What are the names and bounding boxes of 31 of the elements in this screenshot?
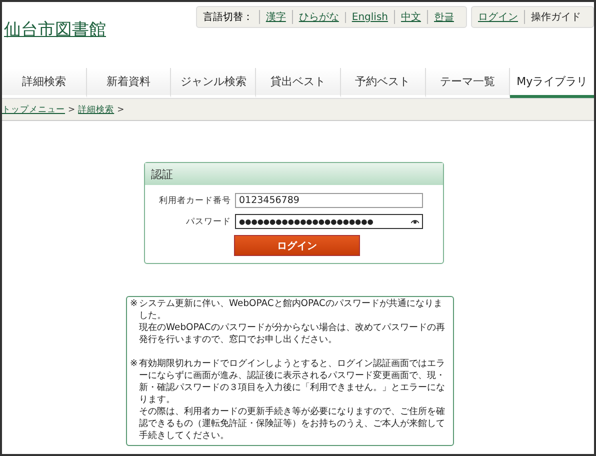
- breadcrumb-separator: >: [117, 104, 124, 114]
- nav-tab[interactable]: 貸出ベスト: [256, 68, 341, 98]
- field-label: パスワード: [185, 216, 231, 228]
- nav-tab[interactable]: 詳細検索: [2, 68, 87, 98]
- language-link[interactable]: ひらがな: [298, 12, 339, 23]
- panel-title: 認証: [151, 166, 173, 182]
- notice-text: その際は、利用者カードの更新手続き等が必要になりますので、ご住所を確認できるもの（運転免許証・保険証等）をお持ちのうえ、ご本人が来館して手続きしてください。: [139, 406, 446, 442]
- note-mark: ※: [130, 358, 139, 371]
- site-title[interactable]: 仙台市図書館: [4, 18, 106, 68]
- eye-icon[interactable]: [411, 219, 419, 224]
- language-label: 言語切替：: [202, 10, 254, 24]
- nav-tab[interactable]: ジャンル検索: [171, 68, 256, 98]
- notice-text: システム更新に伴い、WebOPACと館内OPACのパスワードが共通になりました。: [139, 298, 444, 322]
- language-link[interactable]: 中文: [401, 12, 421, 23]
- nav-tab[interactable]: テーマ一覧: [426, 68, 510, 98]
- language-link[interactable]: 漢字: [266, 12, 286, 23]
- login-link[interactable]: ログイン: [478, 12, 518, 23]
- nav-tab[interactable]: 新着資料: [86, 68, 172, 98]
- breadcrumb-separator: >: [68, 104, 76, 114]
- field-label: 利用者カード番号: [158, 194, 231, 206]
- card-number-field[interactable]: 0123456789: [235, 193, 423, 208]
- login-button[interactable]: ログイン: [234, 235, 360, 256]
- breadcrumb-link[interactable]: トップメニュー: [2, 104, 65, 116]
- language-link[interactable]: 한글: [434, 12, 454, 23]
- notice-text: 有効期限切れカードでログインしようとすると、ログイン認証画面ではエラーにならずに画面が進み、認証後に表示されるパスワード変更画面で、現・新・確認パスワードの３項目を入力後に「利用できません。」とエラーになります。: [139, 358, 446, 406]
- language-link[interactable]: English: [352, 12, 388, 22]
- breadcrumb-link[interactable]: 詳細検索: [78, 104, 114, 116]
- notice-text: 現在のWebOPACのパスワードが分からない場合は、改めてパスワードの再発行を行いますので、窓口でお申し出ください。: [139, 322, 446, 346]
- nav-tab[interactable]: 予約ベスト: [340, 68, 426, 98]
- note-mark: ※: [130, 298, 139, 311]
- guide-link[interactable]: 操作ガイド: [531, 12, 581, 23]
